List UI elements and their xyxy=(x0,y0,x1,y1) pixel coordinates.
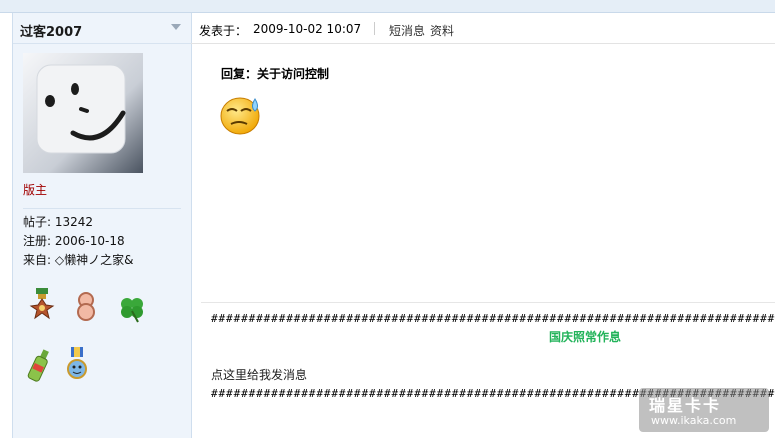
post-header: 发表于： 2009-10-02 10:07 短消息 资料 xyxy=(191,13,775,44)
author-header: 过客2007 xyxy=(13,13,191,44)
reply-title: 回复：关于访问控制 xyxy=(221,67,330,81)
stat-label: 来自: xyxy=(23,253,52,267)
posted-label: 发表于： xyxy=(199,24,248,38)
signature-hash-line: ########################################… xyxy=(211,312,775,325)
divider xyxy=(23,208,181,209)
profile-link[interactable]: 资料 xyxy=(430,22,454,39)
avatar xyxy=(23,53,143,173)
stat-label: 注册: xyxy=(23,234,52,248)
watermark-url: www.ikaka.com xyxy=(651,414,737,427)
post-timestamp: 2009-10-02 10:07 xyxy=(253,22,362,36)
bottle-icon xyxy=(27,347,51,388)
author-sidebar: 过客2007 版主 帖子: 13242 注册: 2006-10-18 来自: ◇… xyxy=(12,13,192,438)
stat-value: ◇懒神ノ之家& xyxy=(54,253,134,267)
stat-value: 2006-10-18 xyxy=(54,234,125,248)
message-me-link[interactable]: 点这里给我发消息 xyxy=(211,366,307,383)
medal-cross-icon xyxy=(27,288,57,325)
medal-eight-icon xyxy=(73,291,99,324)
signature-divider xyxy=(201,302,775,303)
post-content: 发表于： 2009-10-02 10:07 短消息 资料 回复：关于访问控制 #… xyxy=(191,13,775,438)
top-bar xyxy=(0,0,775,13)
send-pm-link[interactable]: 短消息 xyxy=(389,22,425,39)
divider xyxy=(374,22,375,35)
stat-value: 13242 xyxy=(54,215,94,229)
stat-from: 来自: ◇懒神ノ之家& xyxy=(23,251,133,268)
stat-label: 帖子: xyxy=(23,215,52,229)
watermark-title: 瑞星卡卡 xyxy=(649,396,722,415)
stat-posts: 帖子: 13242 xyxy=(23,213,93,230)
watermark: 瑞星卡卡 www.ikaka.com xyxy=(639,388,769,432)
clover-icon xyxy=(117,293,147,326)
sweat-emoticon-icon xyxy=(219,93,265,140)
medal-badge-icon xyxy=(65,347,89,388)
author-username[interactable]: 过客2007 xyxy=(20,21,82,40)
chevron-down-icon[interactable] xyxy=(171,24,181,30)
stat-registered: 注册: 2006-10-18 xyxy=(23,232,125,249)
user-role: 版主 xyxy=(23,183,48,197)
holiday-notice: 国庆照常作息 xyxy=(549,330,622,344)
